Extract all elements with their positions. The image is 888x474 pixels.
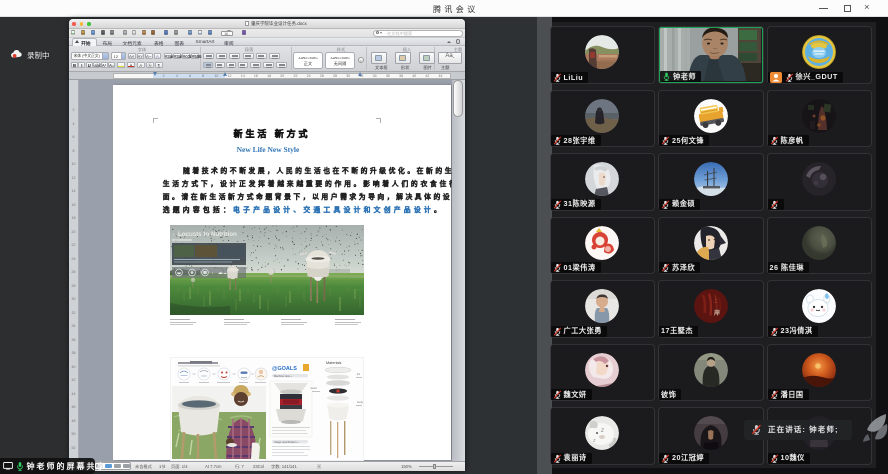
- svg-text:@GOALS: @GOALS: [272, 366, 297, 372]
- svg-text:上: 上: [713, 297, 718, 304]
- svg-text:lid: lid: [357, 372, 360, 376]
- svg-text:Locusts to Nutrition: Locusts to Nutrition: [178, 231, 237, 238]
- svg-text:z: z: [600, 428, 604, 434]
- svg-text:Machine view +: Machine view +: [274, 374, 292, 378]
- svg-text:From: From: [173, 232, 183, 237]
- svg-text:motor: motor: [310, 386, 317, 390]
- svg-text:Usage specification +: Usage specification +: [274, 440, 299, 444]
- svg-text:body: body: [357, 400, 364, 404]
- svg-text:z: z: [592, 438, 596, 444]
- svg-text:岸: 岸: [714, 309, 720, 317]
- svg-text:Materials: Materials: [326, 361, 342, 365]
